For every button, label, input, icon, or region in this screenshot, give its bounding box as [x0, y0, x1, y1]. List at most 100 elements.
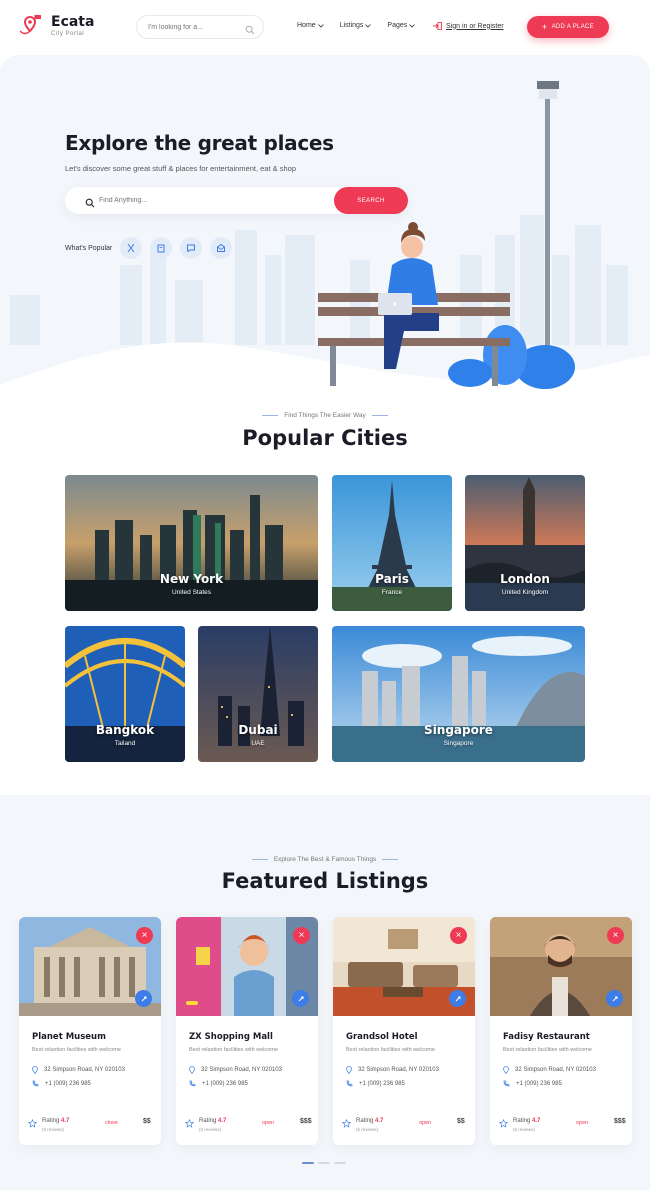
- listing-description: Best relaxtion facilities with welcome: [32, 1047, 121, 1053]
- city-country: France: [381, 589, 403, 596]
- pin-icon[interactable]: [449, 990, 466, 1007]
- location-icon: [189, 1066, 195, 1074]
- header-search-input[interactable]: [137, 16, 237, 39]
- listing-price: $$$: [300, 1118, 312, 1125]
- listing-address: 32 Simpson Road, NY 020103: [32, 1066, 125, 1074]
- logo[interactable]: Ecata City Portal: [18, 14, 94, 38]
- signin-label: Sign in or Register: [446, 22, 504, 30]
- carousel-dot[interactable]: [334, 1162, 346, 1164]
- close-icon[interactable]: ×: [607, 927, 624, 944]
- city-name: London: [500, 572, 550, 586]
- listing-address: 32 Simpson Road, NY 020103: [189, 1066, 282, 1074]
- city-name: New York: [159, 572, 224, 586]
- plus-icon: +: [542, 22, 548, 32]
- listing-card[interactable]: × Fadisy Restaurant Best relaxtion facil…: [490, 917, 632, 1145]
- star-icon: [185, 1119, 194, 1128]
- city-name: Bangkok: [95, 723, 155, 737]
- pin-icon[interactable]: [135, 990, 152, 1007]
- listing-status: open: [262, 1120, 275, 1126]
- city-card-new-york[interactable]: New York United States: [65, 475, 318, 611]
- chat-icon[interactable]: [180, 237, 203, 259]
- phone-icon: [503, 1080, 510, 1087]
- listing-footer: Rating 4.7 (5 reviews) open $$$: [176, 1115, 318, 1145]
- listing-status: close: [105, 1120, 118, 1126]
- hero-subtitle: Let's discover some great stuff & places…: [65, 164, 296, 173]
- star-icon: [28, 1119, 37, 1128]
- listing-status: open: [419, 1120, 432, 1126]
- hero-search-input[interactable]: [99, 191, 319, 210]
- listing-description: Best relaxtion facilities with welcome: [503, 1047, 592, 1053]
- featured-section-tag: Explore The Best & Famous Things: [0, 856, 650, 863]
- pin-icon[interactable]: [606, 990, 623, 1007]
- close-icon[interactable]: ×: [293, 927, 310, 944]
- listing-card[interactable]: × ZX Shopping Mall Best relaxtion facili…: [176, 917, 318, 1145]
- add-place-button[interactable]: + ADD A PLACE: [527, 16, 609, 38]
- nav-item-pages[interactable]: Pages: [387, 22, 416, 29]
- carousel-dot[interactable]: [318, 1162, 330, 1164]
- listing-title[interactable]: Planet Museum: [32, 1032, 106, 1042]
- listing-title[interactable]: Fadisy Restaurant: [503, 1032, 590, 1042]
- nav-item-label: Home: [297, 22, 316, 29]
- chevron-down-icon: [409, 23, 416, 28]
- listing-status: open: [576, 1120, 589, 1126]
- close-icon[interactable]: ×: [136, 927, 153, 944]
- shopping-icon[interactable]: [150, 237, 173, 259]
- login-icon: [433, 22, 442, 30]
- listing-reviews: (5 reviews): [356, 1127, 379, 1132]
- city-country: Tailand: [114, 740, 136, 747]
- listing-footer: Rating 4.7 (5 reviews) open $$: [333, 1115, 475, 1145]
- location-icon: [503, 1066, 509, 1074]
- header: Ecata City Portal Home Listings Pages Si…: [0, 0, 650, 55]
- listing-footer: Rating 4.7 (5 reviews) open $$$: [490, 1115, 632, 1145]
- pin-icon[interactable]: [292, 990, 309, 1007]
- restaurant-icon[interactable]: [120, 237, 143, 259]
- logo-pin-icon: [18, 14, 42, 38]
- whats-popular: What's Popular: [65, 237, 233, 259]
- location-icon: [346, 1066, 352, 1074]
- phone-icon: [346, 1080, 353, 1087]
- nav-item-label: Listings: [339, 22, 364, 29]
- listing-title[interactable]: Grandsol Hotel: [346, 1032, 418, 1042]
- signin-link[interactable]: Sign in or Register: [433, 22, 504, 30]
- listing-phone: +1 (009) 236 985: [346, 1080, 405, 1087]
- carousel-pagination: [302, 1162, 350, 1164]
- city-card-dubai[interactable]: Dubai UAE: [198, 626, 318, 762]
- carousel-dot[interactable]: [302, 1162, 314, 1164]
- listing-address: 32 Simpson Road, NY 020103: [346, 1066, 439, 1074]
- header-search: [136, 15, 264, 39]
- featured-badge: [186, 1001, 198, 1005]
- search-icon: [85, 195, 95, 213]
- city-country: UAE: [251, 740, 265, 747]
- city-card-singapore[interactable]: Singapore Singapore: [332, 626, 585, 762]
- nav-item-listings[interactable]: Listings: [340, 22, 372, 29]
- hero-search: SEARCH: [65, 187, 408, 214]
- phone-icon: [32, 1080, 39, 1087]
- listing-price: $$: [143, 1118, 151, 1125]
- nav-item-home[interactable]: Home: [297, 22, 324, 29]
- listing-rating: Rating 4.7: [42, 1118, 70, 1124]
- listing-title[interactable]: ZX Shopping Mall: [189, 1032, 273, 1042]
- city-card-bangkok[interactable]: Bangkok Tailand: [65, 626, 185, 762]
- cities-section-title: Popular Cities: [242, 426, 408, 450]
- listing-reviews: (5 reviews): [199, 1127, 222, 1132]
- city-country: United Kingdom: [501, 589, 549, 596]
- search-icon[interactable]: [245, 22, 255, 40]
- close-icon[interactable]: ×: [450, 927, 467, 944]
- listing-card[interactable]: × Planet Museum Best relaxtion facilitie…: [19, 917, 161, 1145]
- hero-illustration: [0, 81, 650, 400]
- listing-description: Best relaxtion facilities with welcome: [346, 1047, 435, 1053]
- listing-phone: +1 (009) 236 985: [189, 1080, 248, 1087]
- search-button[interactable]: SEARCH: [334, 187, 408, 214]
- listing-rating: Rating 4.7: [356, 1118, 384, 1124]
- listing-description: Best relaxtion facilities with welcome: [189, 1047, 278, 1053]
- listing-phone: +1 (009) 236 985: [32, 1080, 91, 1087]
- listing-card[interactable]: × Grandsol Hotel Best relaxtion faciliti…: [333, 917, 475, 1145]
- city-card-london[interactable]: London United Kingdom: [465, 475, 585, 611]
- city-name: Paris: [375, 572, 409, 586]
- listing-price: $$$: [614, 1118, 626, 1125]
- city-card-paris[interactable]: Paris France: [332, 475, 452, 611]
- listing-rating: Rating 4.7: [513, 1118, 541, 1124]
- popular-label: What's Popular: [65, 244, 113, 252]
- listing-reviews: (5 reviews): [42, 1127, 65, 1132]
- mail-icon[interactable]: [210, 237, 233, 259]
